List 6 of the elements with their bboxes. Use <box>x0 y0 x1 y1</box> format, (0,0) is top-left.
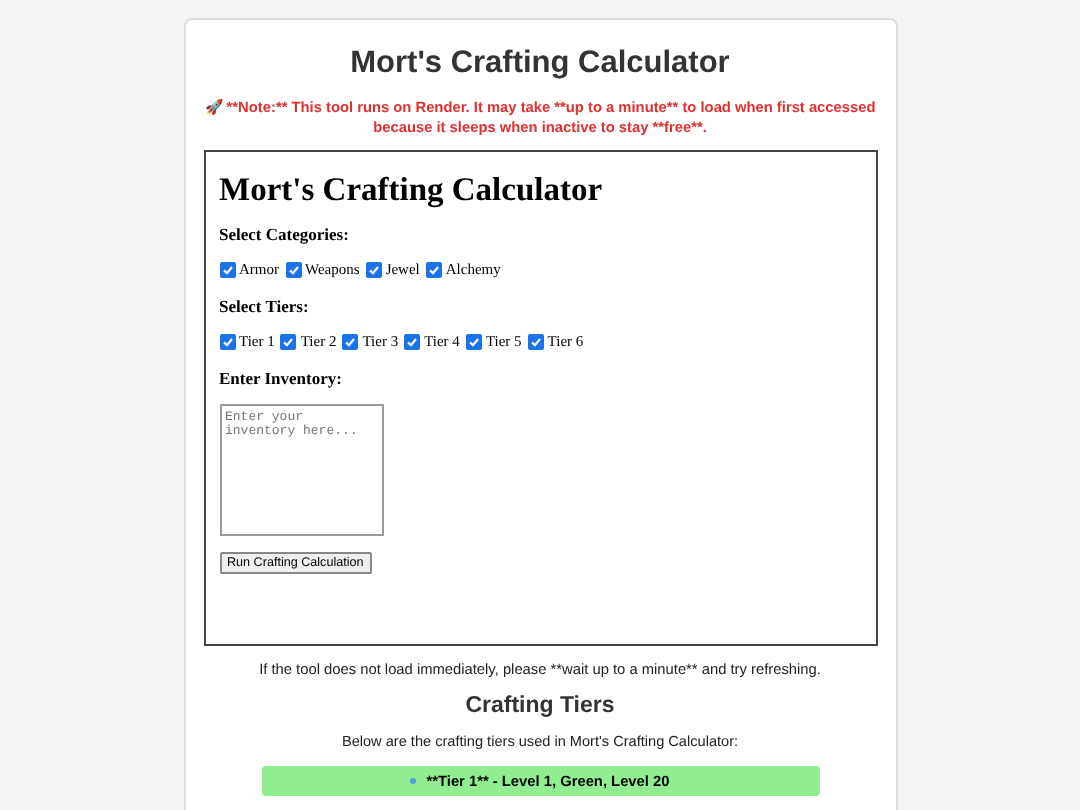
app-heading: Mort's Crafting Calculator <box>219 170 605 210</box>
section-label: Select Tiers: <box>219 296 311 316</box>
section-label: Select Categories: <box>219 224 351 244</box>
section-label: Enter Inventory: <box>219 368 344 388</box>
section-heading: Crafting Tiers <box>463 694 617 718</box>
page-title: Mort's Crafting Calculator <box>348 46 732 82</box>
